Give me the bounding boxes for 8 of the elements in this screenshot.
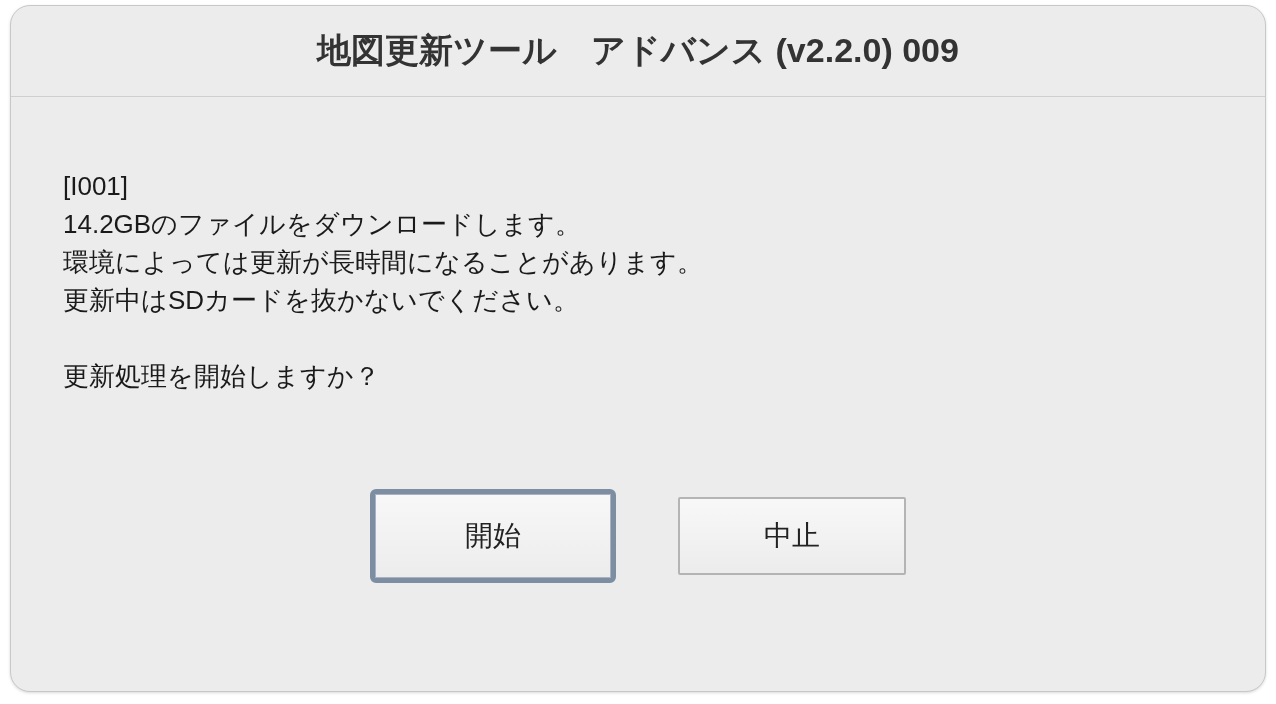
window-title: 地図更新ツール アドバンス (v2.2.0) 009 (317, 30, 959, 71)
message-line: 14.2GBのファイルをダウンロードします。 (63, 208, 582, 241)
message-line: 環境によっては更新が長時間になることがあります。 (63, 246, 703, 279)
dialog-button[interactable]: 中止 (678, 497, 906, 575)
message-line: 更新中はSDカードを抜かないでください。 (63, 284, 580, 317)
dialog-button[interactable]: 開始 (370, 489, 616, 583)
confirm-question: 更新処理を開始しますか？ (63, 360, 380, 393)
message-line: [I001] (63, 170, 129, 203)
